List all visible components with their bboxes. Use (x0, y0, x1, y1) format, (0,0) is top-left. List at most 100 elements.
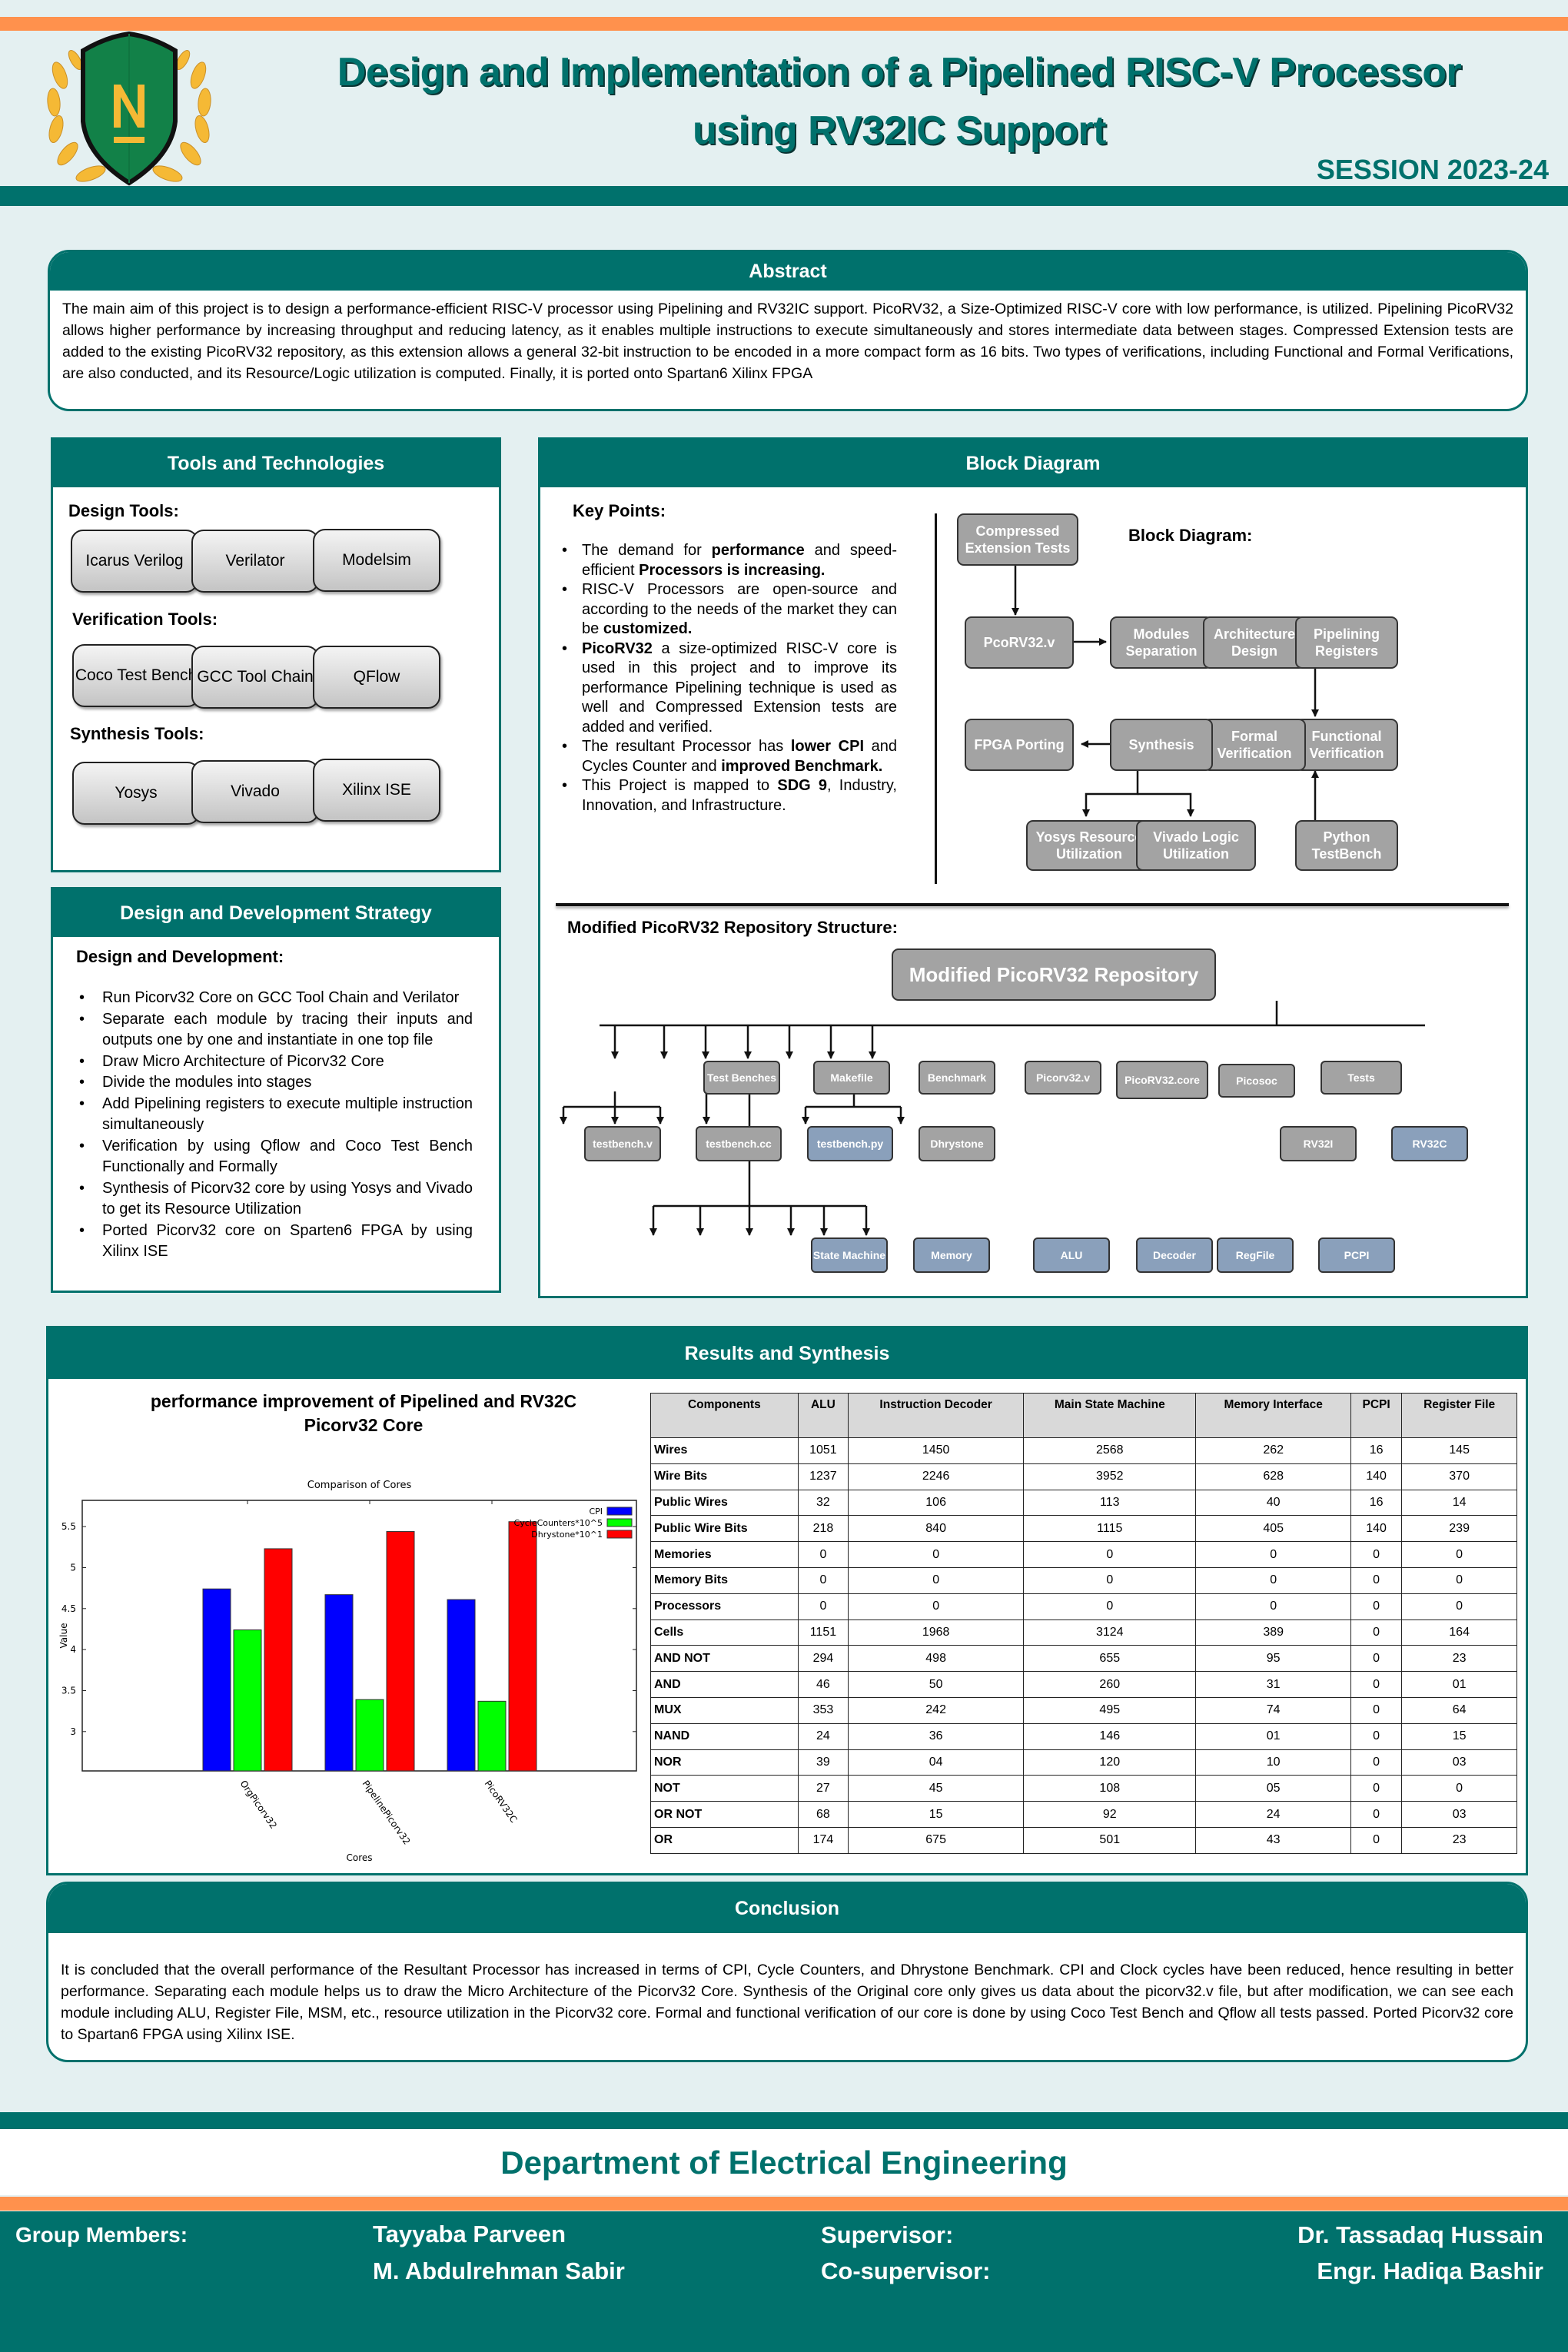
table-row-label: NOT (650, 1775, 799, 1802)
table-cell: 0 (1350, 1566, 1403, 1594)
table-cell: 0 (1401, 1593, 1517, 1620)
table-row: NOT 27 45 108 05 0 0 (650, 1775, 1517, 1802)
repo-tests: Tests (1321, 1061, 1402, 1095)
table-cell: 0 (1401, 1566, 1517, 1594)
group-member: Tayyaba Parveen (373, 2221, 566, 2247)
tool-icarus-verilog[interactable]: Icarus Verilog (71, 530, 198, 593)
table-cell: 04 (848, 1749, 1025, 1776)
table-cell: 1450 (848, 1437, 1025, 1464)
node-python-testbench: Python TestBench (1295, 820, 1398, 871)
table-cell: 0 (1350, 1749, 1403, 1776)
table-cell: 0 (1350, 1722, 1403, 1750)
table-row: Public Wires 32 106 113 40 16 14 (650, 1489, 1517, 1517)
table-row-label: NAND (650, 1722, 799, 1750)
table-cell: 16 (1350, 1437, 1403, 1464)
strategy-item: Add Pipelining registers to execute mult… (79, 1094, 473, 1136)
bar-cyclecounters-10-5 (477, 1700, 507, 1772)
table-cell: 140 (1350, 1463, 1403, 1490)
table-row: Memory Bits 0 0 0 0 0 0 (650, 1566, 1517, 1594)
supervisor-label: Supervisor: (821, 2221, 954, 2248)
table-cell: 32 (797, 1489, 849, 1517)
table-cell: 74 (1195, 1696, 1351, 1724)
abstract-panel: Abstract The main aim of this project is… (48, 250, 1528, 411)
tool-modelsim[interactable]: Modelsim (313, 529, 440, 592)
table-cell: 40 (1195, 1489, 1351, 1517)
strategy-panel: Design and Development Strategy Design a… (51, 887, 501, 1293)
table-cell: 174 (797, 1826, 849, 1854)
table-cell: 120 (1023, 1749, 1197, 1776)
tool-coco-test-bench[interactable]: Coco Test Bench (72, 644, 200, 707)
strategy-list: Run Picorv32 Core on GCC Tool Chain and … (79, 988, 473, 1263)
table-header-row: Components ALU Instruction Decoder Main Sta… (650, 1393, 1517, 1438)
table-cell: 39 (797, 1749, 849, 1776)
table-header-cell: Memory Interface (1195, 1393, 1351, 1438)
table-cell: 260 (1023, 1671, 1197, 1698)
table-cell: 1115 (1023, 1515, 1197, 1543)
node-pcorv32: PcoRV32.v (965, 616, 1074, 669)
table-row-label: Memory Bits (650, 1566, 799, 1594)
table-cell: 1151 (797, 1619, 849, 1646)
table-cell: 24 (1195, 1801, 1351, 1828)
tool-xilinx-ise[interactable]: Xilinx ISE (313, 759, 440, 822)
node-fpga-porting: FPGA Porting (965, 719, 1074, 771)
footer-accent-bar (0, 2197, 1568, 2211)
table-header-cell: Instruction Decoder (848, 1393, 1025, 1438)
tool-yosys[interactable]: Yosys (72, 762, 200, 825)
verification-tools-label: Verification Tools: (72, 610, 218, 629)
tool-verilator[interactable]: Verilator (191, 530, 319, 593)
table-cell: 46 (797, 1671, 849, 1698)
strategy-heading: Design and Development Strategy (53, 889, 499, 937)
cosupervisor-name: Engr. Hadiqa Bashir (1317, 2257, 1543, 2284)
table-row: Processors 0 0 0 0 0 0 (650, 1593, 1517, 1620)
strategy-item: Synthesis of Picorv32 core by using Yosy… (79, 1178, 473, 1221)
table-cell: 113 (1023, 1489, 1197, 1517)
repo-picorv32-core: PicoRV32.core (1116, 1061, 1208, 1099)
node-pipelining-registers: Pipelining Registers (1295, 616, 1398, 669)
table-cell: 0 (1195, 1593, 1351, 1620)
table-row: Public Wire Bits 218 840 1115 405 140 239 (650, 1515, 1517, 1543)
table-row: AND NOT 294 498 655 95 0 23 (650, 1645, 1517, 1673)
table-cell: 14 (1401, 1489, 1517, 1517)
table-row: OR 174 675 501 43 0 23 (650, 1826, 1517, 1854)
table-row-label: OR NOT (650, 1801, 799, 1828)
table-cell: 0 (1023, 1566, 1197, 1594)
university-logo (37, 29, 221, 187)
tool-qflow[interactable]: QFlow (313, 646, 440, 709)
tools-heading: Tools and Technologies (53, 440, 499, 487)
table-cell: 262 (1195, 1437, 1351, 1464)
bar-dhrystone-10-1 (264, 1548, 293, 1772)
table-cell: 294 (797, 1645, 849, 1673)
table-row-label: AND (650, 1671, 799, 1698)
table-cell: 27 (797, 1775, 849, 1802)
repo-picosoc: Picosoc (1218, 1064, 1295, 1098)
header-bottom-bar (0, 186, 1568, 206)
strategy-item: Draw Micro Architecture of Picorv32 Core (79, 1051, 473, 1073)
table-cell: 0 (1350, 1645, 1403, 1673)
table-cell: 43 (1195, 1826, 1351, 1854)
table-row-label: Wire Bits (650, 1463, 799, 1490)
table-cell: 0 (797, 1566, 849, 1594)
table-row: NOR 39 04 120 10 0 03 (650, 1749, 1517, 1776)
table-cell: 64 (1401, 1696, 1517, 1724)
cosupervisor-label: Co-supervisor: (821, 2257, 991, 2284)
tool-vivado[interactable]: Vivado (191, 760, 319, 823)
comparison-chart: Comparison of Cores 3 3.5 4 4.5 5 5.5 Value Core… (58, 1480, 637, 1863)
node-architecture-design: Architecture Design (1203, 616, 1306, 669)
table-cell: 3124 (1023, 1619, 1197, 1646)
table-cell: 0 (1023, 1593, 1197, 1620)
design-tools-label: Design Tools: (68, 501, 179, 520)
table-cell: 36 (848, 1722, 1025, 1750)
tools-panel: Tools and Technologies Design Tools: Ica… (51, 437, 501, 872)
table-cell: 239 (1401, 1515, 1517, 1543)
abstract-text: The main aim of this project is to desig… (62, 301, 1513, 382)
y-tick-label: 5.5 (61, 1521, 76, 1532)
legend-swatch (606, 1530, 633, 1539)
supervisor-name: Dr. Tassadaq Hussain (1297, 2221, 1543, 2248)
table-cell: 05 (1195, 1775, 1351, 1802)
table-row: Memories 0 0 0 0 0 0 (650, 1541, 1517, 1568)
tool-gcc-tool-chain[interactable]: GCC Tool Chain (191, 646, 319, 709)
group-member: M. Abdulrehman Sabir (373, 2257, 625, 2284)
strategy-item: Ported Picorv32 core on Sparten6 FPGA by… (79, 1221, 473, 1263)
repo-picorv32-v: Picorv32.v (1025, 1061, 1101, 1095)
table-cell: 501 (1023, 1826, 1197, 1854)
